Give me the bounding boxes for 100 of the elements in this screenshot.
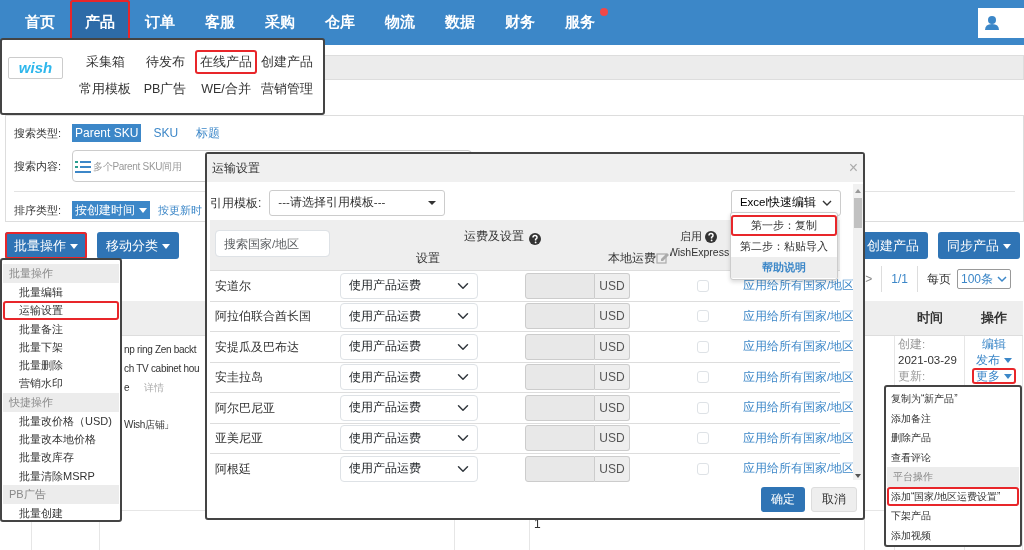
menu-item[interactable]: 复制为“新产品” <box>887 389 1019 409</box>
help-icon <box>529 233 541 245</box>
toolbar-button[interactable]: 同步产品 <box>938 232 1020 259</box>
currency-label: USD <box>595 364 630 391</box>
menu-item[interactable]: 添加“国家/地区运费设置” <box>887 486 1019 506</box>
nav-tab[interactable]: 物流 <box>370 0 430 45</box>
menu-item[interactable]: 运输设置 <box>3 301 119 320</box>
nav-tab[interactable]: 服务 <box>550 0 610 45</box>
apply-all-link[interactable]: 应用给所有国家/地区 <box>743 460 855 478</box>
search-type-option[interactable]: 标题 <box>196 124 221 142</box>
shipping-select[interactable]: 使用产品运费 <box>340 455 478 482</box>
country-name: 安道尔 <box>215 277 251 295</box>
checkbox[interactable] <box>696 371 709 384</box>
menu-item[interactable]: 在线产品 <box>195 50 257 74</box>
product-title: np ring Zen backt <box>124 343 197 357</box>
menu-item[interactable]: 下架产品 <box>887 506 1019 526</box>
cancel-button[interactable]: 取消 <box>811 487 857 512</box>
checkbox[interactable] <box>696 462 709 475</box>
nav-tab[interactable]: 数据 <box>430 0 490 45</box>
column-group-header: 运费及设置 <box>464 228 524 245</box>
menu-item[interactable]: 创建产品 <box>257 50 317 74</box>
shipping-select[interactable]: 使用产品运费 <box>340 394 478 421</box>
menu-item[interactable]: 查看评论 <box>887 447 1019 467</box>
action-link[interactable]: 发布 <box>971 352 1016 368</box>
list-icon <box>75 159 91 173</box>
menu-item[interactable]: 删除产品 <box>887 428 1019 448</box>
country-name: 阿尔巴尼亚 <box>215 399 275 417</box>
menu-item[interactable]: 营销管理 <box>257 77 317 102</box>
menu-item[interactable]: 待发布 <box>135 50 195 74</box>
logo: wish <box>8 57 63 79</box>
currency-label: USD <box>595 272 630 299</box>
menu-item[interactable]: 添加视频 <box>887 525 1019 545</box>
search-type-option[interactable]: Parent SKU <box>72 124 142 142</box>
action-link[interactable]: 更多 <box>971 368 1016 384</box>
menu-item[interactable]: 批量改库存 <box>3 448 119 467</box>
field-label: 搜索类型: <box>14 125 63 141</box>
menu-item[interactable]: 批量备注 <box>3 319 119 338</box>
column-header: 本地运费 <box>608 249 656 267</box>
confirm-button[interactable]: 确定 <box>761 487 805 512</box>
shipping-select[interactable]: 使用产品运费 <box>340 303 478 330</box>
caret-icon <box>428 201 437 205</box>
column-header: 设置 <box>415 249 440 267</box>
menu-item[interactable]: 第二步：粘贴导入 <box>731 236 837 257</box>
product-title: ch TV cabinet hou <box>124 362 200 376</box>
apply-all-link[interactable]: 应用给所有国家/地区 <box>743 399 855 417</box>
per-page-select[interactable]: 100条 <box>956 269 1011 289</box>
menu-item[interactable]: 批量下架 <box>3 337 119 357</box>
field-label: 排序类型: <box>14 202 63 218</box>
menu-item[interactable]: PB广告 <box>135 77 195 102</box>
toolbar-button[interactable]: 批量操作 <box>5 232 87 259</box>
fee-field <box>525 272 595 299</box>
action-link[interactable]: 编辑 <box>977 336 1010 352</box>
shipping-select[interactable]: 使用产品运费 <box>340 333 478 360</box>
next-page-link[interactable]: > <box>865 270 873 288</box>
column-header: 启用 <box>680 229 702 245</box>
menu-item[interactable]: 第一步：复制 <box>731 215 837 236</box>
sort-option[interactable]: 按更新时 <box>158 201 202 219</box>
caret-icon <box>139 208 147 214</box>
checkbox[interactable] <box>696 340 709 353</box>
menu-item[interactable]: 常用模板 <box>75 77 135 102</box>
nav-tab[interactable]: 仓库 <box>310 0 370 45</box>
field-label: 搜索内容: <box>14 158 63 174</box>
apply-all-link[interactable]: 应用给所有国家/地区 <box>743 429 855 447</box>
checkbox[interactable] <box>696 432 709 445</box>
page-indicator: 1/1 <box>891 271 908 288</box>
fee-field <box>525 394 595 421</box>
shop-name: Wish店铺」 <box>124 418 175 432</box>
shipping-select[interactable]: 使用产品运费 <box>340 425 478 452</box>
menu-item[interactable]: 营销水印 <box>3 374 119 393</box>
search-type-option[interactable]: SKU <box>153 124 179 142</box>
menu-item[interactable]: 批量清除MSRP <box>3 466 119 485</box>
checkbox[interactable] <box>696 310 709 323</box>
apply-all-link[interactable]: 应用给所有国家/地区 <box>743 307 855 325</box>
checkbox[interactable] <box>696 279 709 292</box>
shipping-select[interactable]: 使用产品运费 <box>340 272 478 299</box>
fee-field <box>525 455 595 482</box>
menu-item[interactable]: 添加备注 <box>887 408 1019 428</box>
menu-item[interactable]: 采集箱 <box>75 50 135 74</box>
menu-item[interactable]: 批量编辑 <box>3 283 119 302</box>
shipping-select[interactable]: 使用产品运费 <box>340 364 478 391</box>
menu-group-header: PB广告 <box>3 484 119 504</box>
nav-tab[interactable]: 财务 <box>490 0 550 45</box>
menu-item[interactable]: WE/合并 <box>195 77 257 102</box>
menu-item[interactable]: 批量改本地价格 <box>3 430 119 449</box>
chevron-icon <box>822 199 832 207</box>
created-date: 2021-03-29 <box>898 353 958 368</box>
template-select[interactable]: ---请选择引用模板--- <box>269 190 446 216</box>
menu-item[interactable]: 批量删除 <box>3 356 119 375</box>
currency-label: USD <box>595 455 630 482</box>
apply-all-link[interactable]: 应用给所有国家/地区 <box>743 368 855 386</box>
menu-item[interactable]: 批量改价格（USD) <box>3 411 119 431</box>
search-field[interactable]: 搜索国家/地区 <box>215 230 330 258</box>
apply-all-link[interactable]: 应用给所有国家/地区 <box>743 338 855 356</box>
checkbox[interactable] <box>696 401 709 414</box>
sort-option[interactable]: 按创建时间 <box>72 201 150 219</box>
column-header: WishExpress <box>667 245 730 260</box>
country-name: 阿根廷 <box>215 460 251 478</box>
currency-label: USD <box>595 333 630 360</box>
menu-item[interactable]: 批量创建 <box>3 503 119 523</box>
toolbar-button[interactable]: 移动分类 <box>97 232 179 259</box>
